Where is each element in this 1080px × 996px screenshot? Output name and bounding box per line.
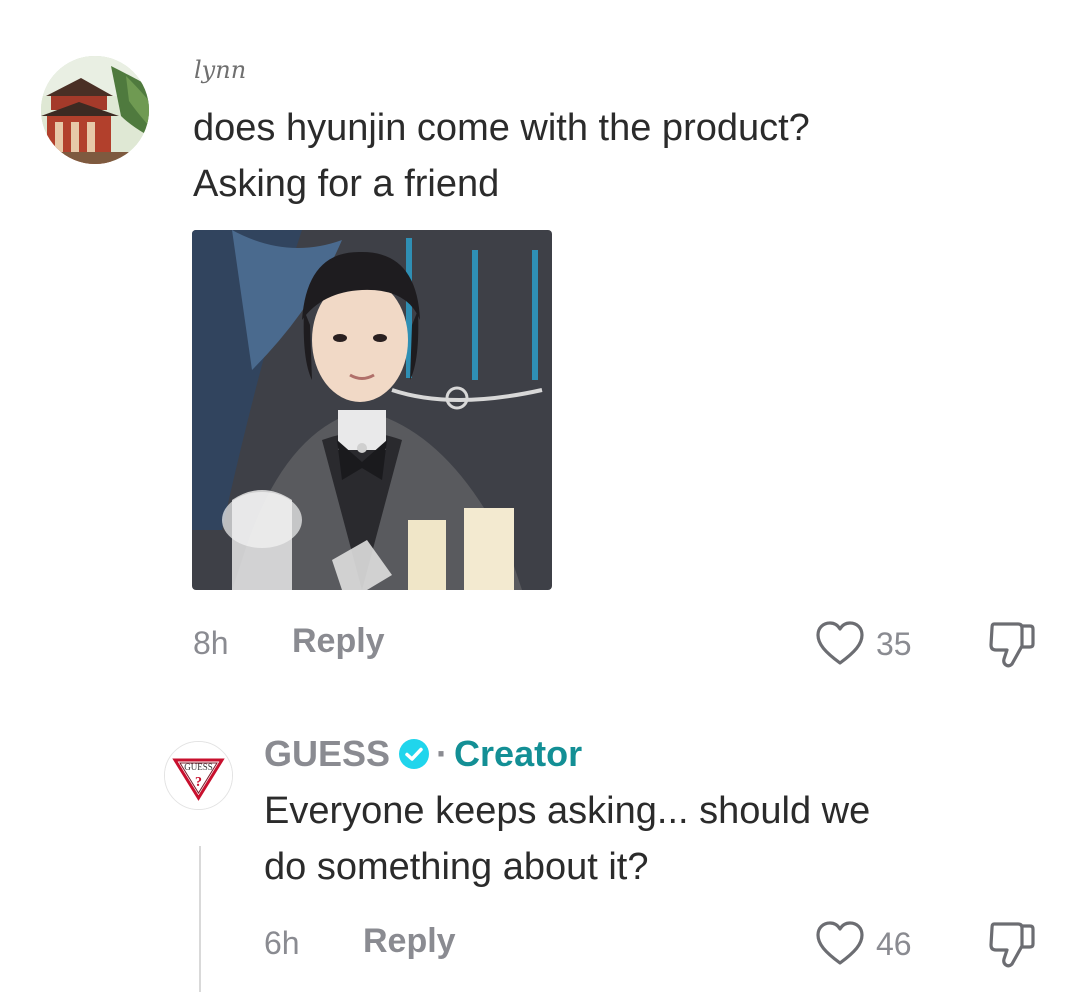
comment-attached-photo[interactable] — [192, 230, 552, 590]
reply-like-count: 46 — [876, 926, 912, 962]
reply-button[interactable]: Reply — [292, 622, 385, 661]
svg-text:?: ? — [195, 775, 202, 790]
thread-connector-line — [199, 846, 201, 992]
guess-logo-text: GUESS — [184, 762, 213, 772]
reply-like-button[interactable] — [815, 920, 865, 968]
reply-timestamp: 6h — [264, 925, 300, 961]
header-separator: · — [436, 733, 449, 774]
reply-text-line-2: do something about it? — [264, 846, 649, 888]
creator-badge: Creator — [454, 733, 583, 774]
reply-header: GUESS · Creator — [264, 732, 582, 776]
comment-timestamp: 8h — [193, 625, 229, 661]
thumbs-down-outline-icon — [989, 622, 1035, 668]
creator-username[interactable]: GUESS — [264, 733, 390, 775]
thumbs-down-outline-icon — [989, 922, 1035, 968]
dislike-button[interactable] — [988, 620, 1036, 670]
creator-avatar[interactable]: GUESS ? — [164, 741, 233, 810]
heart-outline-icon — [816, 921, 864, 965]
reply-to-reply-button[interactable]: Reply — [363, 922, 456, 961]
comment-username[interactable]: lynn — [194, 56, 246, 84]
like-count: 35 — [876, 626, 912, 662]
comment-text-line-1: does hyunjin come with the product? — [193, 107, 810, 149]
heart-outline-icon — [816, 621, 864, 665]
user-avatar[interactable] — [41, 56, 149, 164]
comment-text-line-2: Asking for a friend — [193, 163, 500, 205]
reply-text-line-1: Everyone keeps asking... should we — [264, 790, 871, 832]
like-button[interactable] — [815, 620, 865, 668]
reply-dislike-button[interactable] — [988, 920, 1036, 970]
verified-check-icon — [398, 738, 430, 770]
